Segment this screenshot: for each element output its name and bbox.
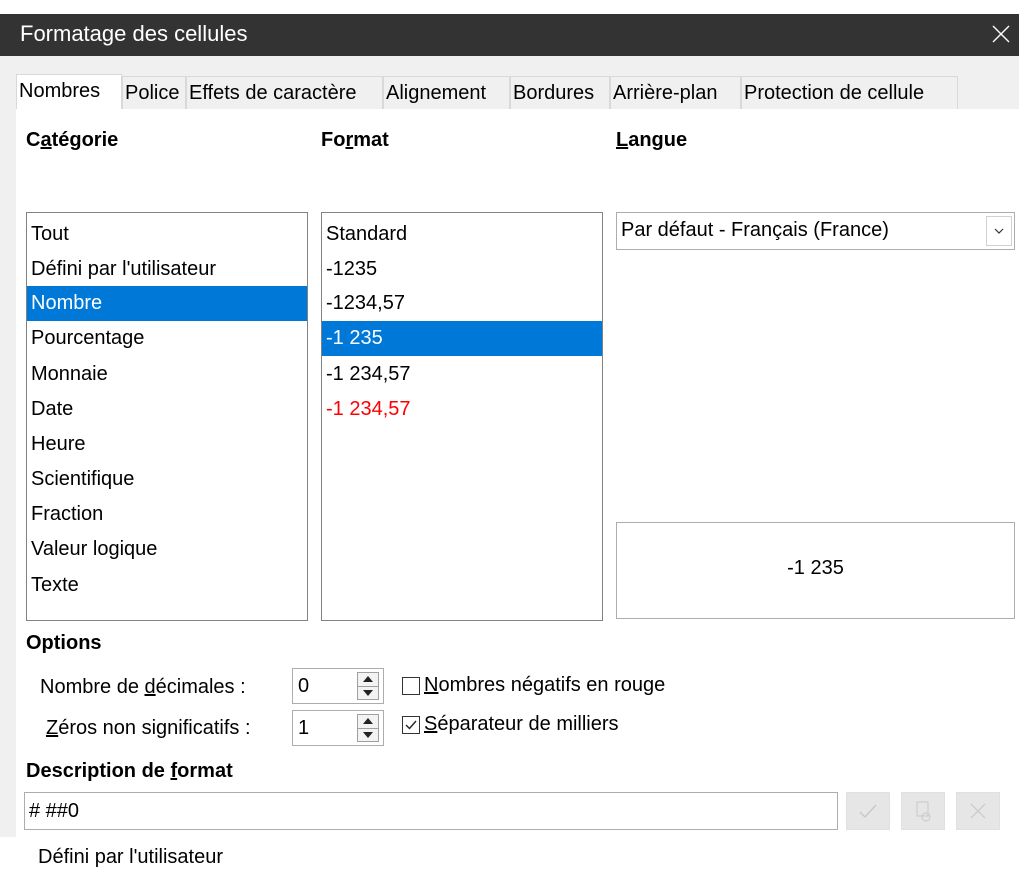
format-preview: -1 235 xyxy=(616,522,1015,619)
format-item[interactable]: Standard xyxy=(322,217,602,252)
window-title: Formatage des cellules xyxy=(20,21,248,46)
category-item-date[interactable]: Date xyxy=(27,392,307,427)
close-icon[interactable] xyxy=(989,22,1013,46)
preview-value: -1 235 xyxy=(787,557,844,579)
decimals-stepper[interactable]: 0 xyxy=(292,668,384,704)
category-item-monnaie[interactable]: Monnaie xyxy=(27,357,307,392)
category-item-heure[interactable]: Heure xyxy=(27,427,307,462)
tab-label: Protection de cellule xyxy=(744,82,925,104)
zeros-label: Zéros non significatifs : xyxy=(46,717,251,739)
checkmark-icon xyxy=(859,804,877,819)
tab-arriere-plan[interactable]: Arrière-plan xyxy=(610,76,741,109)
tab-label: Nombres xyxy=(19,80,101,102)
tab-police[interactable]: Police xyxy=(122,76,186,109)
format-comment: Défini par l'utilisateur xyxy=(38,846,224,868)
tab-protection-de-cellule[interactable]: Protection de cellule xyxy=(741,76,958,109)
category-item-tout[interactable]: Tout xyxy=(27,217,307,252)
language-select[interactable]: Par défaut - Français (France) xyxy=(616,212,1015,250)
format-item-selected[interactable]: -1 235 xyxy=(322,321,602,356)
zeros-stepper[interactable]: 1 xyxy=(292,710,384,746)
format-item[interactable]: -1234,57 xyxy=(322,286,602,321)
negative-red-checkbox[interactable] xyxy=(402,677,420,695)
delete-format-button[interactable] xyxy=(956,792,1000,830)
tab-bordures[interactable]: Bordures xyxy=(510,76,610,109)
category-item-pourcentage[interactable]: Pourcentage xyxy=(27,321,307,356)
category-item-fraction[interactable]: Fraction xyxy=(27,497,307,532)
tab-label: Bordures xyxy=(513,82,595,104)
format-code-input[interactable] xyxy=(29,797,819,825)
category-item-texte[interactable]: Texte xyxy=(27,568,307,603)
format-heading: Format xyxy=(321,129,389,151)
thousands-label: Séparateur de milliers xyxy=(424,713,619,735)
comment-icon xyxy=(916,801,931,822)
category-item-valeur-logique[interactable]: Valeur logique xyxy=(27,532,307,567)
tab-page-nombres: Catégorie Tout Défini par l'utilisateur … xyxy=(16,109,1019,868)
format-code-field[interactable] xyxy=(24,792,838,830)
negative-red-label: Nombres négatifs en rouge xyxy=(424,674,666,696)
spin-arrows-icon[interactable] xyxy=(357,714,379,742)
tab-effets-de-caractere[interactable]: Effets de caractère xyxy=(186,76,383,109)
language-heading: Langue xyxy=(616,129,688,151)
zeros-value: 1 xyxy=(298,717,310,739)
tab-label: Arrière-plan xyxy=(613,82,718,104)
format-item-negative-red[interactable]: -1 234,57 xyxy=(322,392,602,427)
format-list[interactable]: Standard -1235 -1234,57 -1 235 -1 234,57… xyxy=(321,212,603,621)
edit-comment-button[interactable] xyxy=(901,792,945,830)
checkmark-icon xyxy=(405,720,417,730)
spin-arrows-icon[interactable] xyxy=(357,672,379,700)
delete-icon xyxy=(970,803,986,819)
format-code-heading: Description de format xyxy=(26,760,233,782)
format-item[interactable]: -1 234,57 xyxy=(322,357,602,392)
format-item[interactable]: -1235 xyxy=(322,252,602,287)
dialog-body: Nombres Police Effets de caractère Align… xyxy=(0,56,1019,868)
decimals-value: 0 xyxy=(298,675,310,697)
chevron-down-icon[interactable] xyxy=(986,216,1012,246)
decimals-label: Nombre de décimales : xyxy=(40,676,246,698)
tab-label: Police xyxy=(125,82,180,104)
title-bar: Formatage des cellules xyxy=(0,14,1019,56)
tab-label: Alignement xyxy=(386,82,487,104)
category-item-scientifique[interactable]: Scientifique xyxy=(27,462,307,497)
thousands-checkbox[interactable] xyxy=(402,716,420,734)
category-item-nombre[interactable]: Nombre xyxy=(27,286,307,321)
category-list[interactable]: Tout Défini par l'utilisateur Nombre Pou… xyxy=(26,212,308,621)
category-item-defini[interactable]: Défini par l'utilisateur xyxy=(27,252,307,287)
add-format-button[interactable] xyxy=(846,792,890,830)
tab-alignement[interactable]: Alignement xyxy=(383,76,510,109)
language-value: Par défaut - Français (France) xyxy=(621,219,889,241)
tab-label: Effets de caractère xyxy=(189,82,357,104)
tab-nombres[interactable]: Nombres xyxy=(16,74,122,110)
category-heading: Catégorie xyxy=(26,129,119,151)
options-heading: Options xyxy=(26,632,102,654)
